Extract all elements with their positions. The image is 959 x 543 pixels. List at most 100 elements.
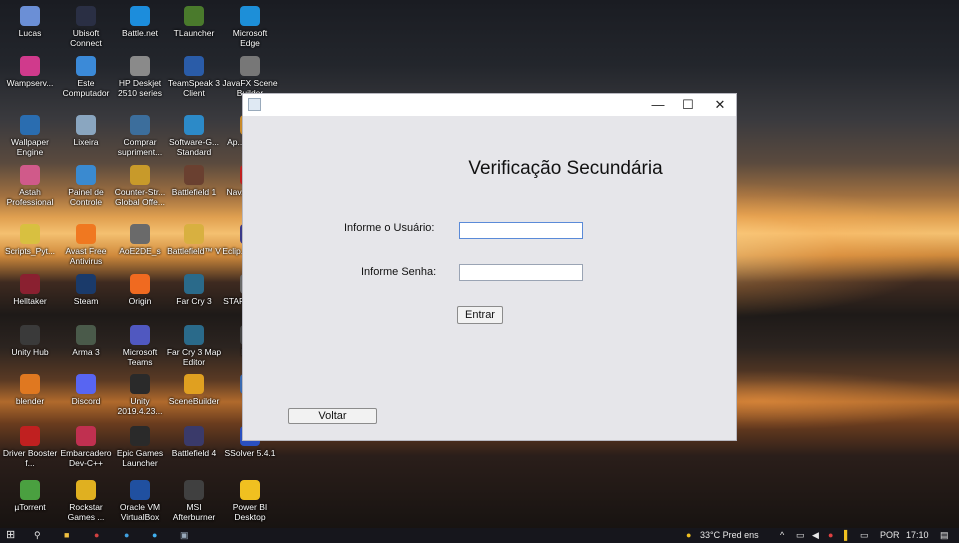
desktop-icon[interactable]: Driver Booster f... (2, 424, 58, 474)
wamp-icon (20, 56, 40, 76)
file-explorer-icon[interactable]: ■ (64, 528, 69, 543)
desktop-icon[interactable]: Este Computador (58, 54, 114, 104)
desktop-icon[interactable]: Lucas (2, 4, 58, 54)
desktop-icon[interactable]: Power BI Desktop (222, 478, 278, 528)
desktop-icon[interactable]: Ubisoft Connect (58, 4, 114, 54)
maximize-button[interactable]: ☐ (673, 94, 703, 116)
desktop-icon[interactable]: Far Cry 3 Map Editor (166, 323, 222, 373)
farcry3-icon (184, 274, 204, 294)
printer-icon (130, 56, 150, 76)
desktop-icon-label: MSI Afterburner (172, 502, 216, 522)
notifications-icon[interactable]: ▤ (940, 528, 949, 543)
desktop-icon-label: SSolver 5.4.1 (224, 448, 276, 458)
tray-app-icon[interactable]: ● (828, 528, 833, 543)
desktop-icon[interactable]: Far Cry 3 (166, 272, 222, 322)
desktop-icon-label: Power BI Desktop (232, 502, 268, 522)
minimize-button[interactable]: — (643, 94, 673, 116)
printer-supplies-icon (130, 115, 150, 135)
origin-icon (130, 274, 150, 294)
desktop-icon[interactable]: Unity Hub (2, 323, 58, 373)
desktop-icon-label: AoE2DE_s (119, 246, 161, 256)
desktop-icon[interactable]: MSI Afterburner (166, 478, 222, 528)
desktop-icon[interactable]: Discord (58, 372, 114, 422)
windows-start-icon[interactable]: ⊞ (6, 528, 15, 543)
desktop-icon[interactable]: SceneBuilder (166, 372, 222, 422)
desktop-icon[interactable]: Comprar supriment... (112, 113, 168, 163)
desktop-icon[interactable]: Steam (58, 272, 114, 322)
desktop-icon[interactable]: Wallpaper Engine (2, 113, 58, 163)
desktop-icon[interactable]: Battlefield™ V (166, 222, 222, 272)
weather-icon: ● (686, 530, 692, 540)
arma3-icon (76, 325, 96, 345)
tray-app2-icon[interactable]: ▌ (844, 528, 850, 543)
desktop-icon[interactable]: Software-G... Standard (166, 113, 222, 163)
desktop-icon[interactable]: Counter-Str... Global Offe... (112, 163, 168, 213)
desktop-icon-label: Unity 2019.4.23... (117, 396, 163, 416)
desktop-icon-label: Lixeira (73, 137, 99, 147)
desktop-icon-label: Unity Hub (11, 347, 49, 357)
desktop-icon[interactable]: Avast Free Antivirus (58, 222, 114, 272)
desktop-icon[interactable]: AoE2DE_s (112, 222, 168, 272)
password-input[interactable] (459, 264, 583, 281)
battlenet-icon (130, 6, 150, 26)
desktop-icon-label: Wallpaper Engine (11, 137, 49, 157)
java-taskbar-icon[interactable]: ▣ (180, 528, 189, 543)
desktop-icon[interactable]: Unity 2019.4.23... (112, 372, 168, 422)
desktop-icon-label: Steam (73, 296, 99, 306)
desktop-icon[interactable]: TeamSpeak 3 Client (166, 54, 222, 104)
weather-text[interactable]: 33°C Pred ens (700, 528, 759, 543)
window-titlebar[interactable]: — ☐ ✕ (243, 94, 736, 116)
desktop-icon-label: Scripts_Pyt... (4, 246, 56, 256)
rockstar-icon (76, 480, 96, 500)
desktop-icon[interactable]: HP Deskjet 2510 series (112, 54, 168, 104)
desktop-icon[interactable]: µTorrent (2, 478, 58, 528)
desktop-icon[interactable]: blender (2, 372, 58, 422)
chevron-up-icon[interactable]: ^ (780, 528, 784, 543)
desktop-icon[interactable]: Astah Professional (2, 163, 58, 213)
desktop-icon[interactable]: Wampserv... (2, 54, 58, 104)
search-icon[interactable]: ⚲ (34, 528, 41, 543)
desktop-icon[interactable]: Battlefield 4 (166, 424, 222, 474)
desktop-icon[interactable]: Embarcadero Dev-C++ (58, 424, 114, 474)
network-icon[interactable]: ▭ (796, 528, 805, 543)
desktop-icon-label: Rockstar Games ... (67, 502, 105, 522)
desktop-icon[interactable]: TLauncher (166, 4, 222, 54)
scenebuilder-icon (240, 56, 260, 76)
desktop-icon[interactable]: Epic Games Launcher (112, 424, 168, 474)
farcry-editor-icon (184, 325, 204, 345)
enter-button[interactable]: Entrar (457, 306, 503, 324)
desktop-icon[interactable]: Microsoft Edge (222, 4, 278, 54)
unity-icon (130, 374, 150, 394)
desktop-icon[interactable]: Battlefield 1 (166, 163, 222, 213)
app-window: — ☐ ✕ Verificação Secundária Informe o U… (242, 93, 737, 441)
desktop-icon[interactable]: Arma 3 (58, 323, 114, 373)
desktop-icon[interactable]: Lixeira (58, 113, 114, 163)
desktop-icon[interactable]: Helltaker (2, 272, 58, 322)
desktop-icon[interactable]: Oracle VM VirtualBox (112, 478, 168, 528)
desktop-icon[interactable]: Microsoft Teams (112, 323, 168, 373)
back-button[interactable]: Voltar (288, 408, 377, 424)
language-indicator[interactable]: POR (880, 528, 900, 543)
close-button[interactable]: ✕ (705, 94, 735, 116)
ubisoft-icon (76, 6, 96, 26)
desktop-icon-label: Microsoft Teams (122, 347, 158, 367)
app-taskbar-icon[interactable]: ● (124, 528, 129, 543)
desktop-icon-label: TLauncher (173, 28, 215, 38)
user-folder-icon (20, 6, 40, 26)
user-label: Informe o Usuário: (344, 222, 435, 234)
desktop-icon[interactable]: Scripts_Pyt... (2, 222, 58, 272)
desktop-icon[interactable]: Rockstar Games ... (58, 478, 114, 528)
clock[interactable]: 17:10 (906, 528, 929, 543)
desktop-icon-label: Avast Free Antivirus (65, 246, 107, 266)
python-file-icon (20, 224, 40, 244)
opera-taskbar-icon[interactable]: ● (94, 528, 99, 543)
message-icon[interactable]: ▭ (860, 528, 869, 543)
edge-taskbar-icon[interactable]: ● (152, 528, 157, 543)
desktop-icon-label: Wampserv... (6, 78, 54, 88)
volume-icon[interactable]: ◀ (812, 528, 819, 543)
desktop-icon[interactable]: Origin (112, 272, 168, 322)
edge-icon (240, 6, 260, 26)
user-input[interactable] (459, 222, 583, 239)
desktop-icon[interactable]: Battle.net (112, 4, 168, 54)
desktop-icon[interactable]: Painel de Controle (58, 163, 114, 213)
